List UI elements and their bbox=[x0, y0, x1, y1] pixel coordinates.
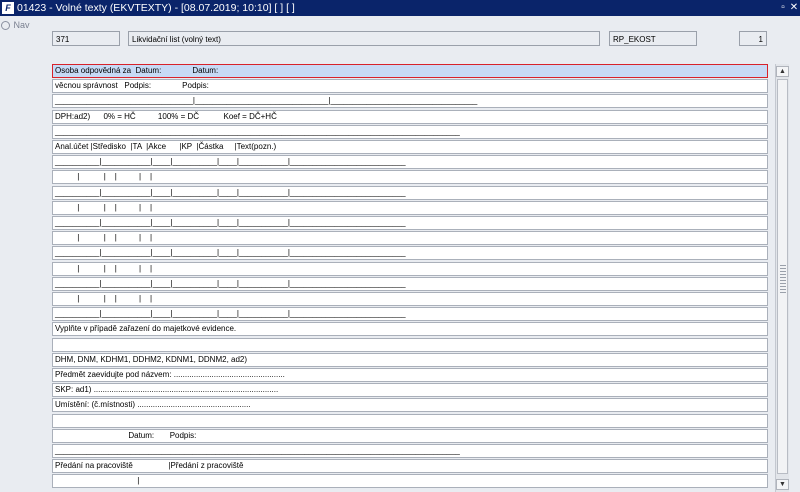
text-line-field[interactable]: Vyplňte v případě zařazení do majetkové … bbox=[52, 322, 768, 336]
nav-button[interactable]: Nav bbox=[1, 20, 30, 31]
text-line-field[interactable]: __________|___________|____|__________|_… bbox=[52, 155, 768, 169]
text-line-field[interactable]: Předání na pracoviště |Předání z pracovi… bbox=[52, 459, 768, 473]
restore-icon[interactable]: ▫ bbox=[778, 0, 788, 16]
title-bar: F 01423 - Volné texty (EKVTEXTY) - [08.0… bbox=[0, 0, 800, 16]
window-title: 01423 - Volné texty (EKVTEXTY) - [08.07.… bbox=[17, 2, 295, 14]
text-line-field[interactable]: __________|___________|____|__________|_… bbox=[52, 307, 768, 321]
module-field[interactable]: RP_EKOST bbox=[609, 31, 697, 46]
text-line-field[interactable]: | | | | | bbox=[52, 170, 768, 184]
text-line-field[interactable]: Osoba odpovědná za Datum: Datum: bbox=[52, 64, 768, 78]
code-field[interactable]: 371 bbox=[52, 31, 120, 46]
text-line-field[interactable]: Anal.účet |Středisko |TA |Akce |KP |Část… bbox=[52, 140, 768, 154]
text-line-field[interactable]: | | | | | bbox=[52, 292, 768, 306]
text-line-field[interactable]: DPH:ad2) 0% = HČ 100% = DČ Koef = DČ+HČ bbox=[52, 110, 768, 124]
text-line-field[interactable]: | | | | | bbox=[52, 231, 768, 245]
scroll-thumb[interactable] bbox=[777, 79, 788, 474]
name-field[interactable]: Likvidační list (volný text) bbox=[128, 31, 600, 46]
app-logo-icon: F bbox=[2, 2, 14, 14]
text-line-field[interactable] bbox=[52, 338, 768, 352]
scroll-down-icon[interactable]: ▼ bbox=[776, 479, 789, 490]
text-line-field[interactable]: Umístění: (č.místnosti) ................… bbox=[52, 398, 768, 412]
text-lines-area: Osoba odpovědná za Datum: Datum: věcnou s… bbox=[52, 64, 768, 492]
page-number-field[interactable]: 1 bbox=[739, 31, 767, 46]
nav-label: Nav bbox=[13, 20, 30, 30]
text-line-field[interactable]: Datum: Podpis: bbox=[52, 429, 768, 443]
text-line-field[interactable]: __________|___________|____|__________|_… bbox=[52, 277, 768, 291]
text-line-field[interactable]: _______________________________|________… bbox=[52, 94, 768, 108]
text-line-field[interactable] bbox=[52, 414, 768, 428]
text-line-field[interactable]: __________|___________|____|__________|_… bbox=[52, 216, 768, 230]
vertical-scrollbar[interactable]: ▲ ▼ bbox=[775, 64, 789, 492]
text-line-field[interactable]: věcnou správnost Podpis: Podpis: bbox=[52, 79, 768, 93]
text-line-field[interactable]: SKP: ad1) ..............................… bbox=[52, 383, 768, 397]
text-line-field[interactable]: __________|___________|____|__________|_… bbox=[52, 186, 768, 200]
text-line-field[interactable]: __________|___________|____|__________|_… bbox=[52, 246, 768, 260]
text-line-field[interactable]: ________________________________________… bbox=[52, 125, 768, 139]
text-line-field[interactable]: Předmět zaevidujte pod názvem: .........… bbox=[52, 368, 768, 382]
text-line-field[interactable]: DHM, DNM, KDHM1, DDHM2, KDNM1, DDNM2, ad… bbox=[52, 353, 768, 367]
text-line-field[interactable]: | | | | | bbox=[52, 262, 768, 276]
scroll-up-icon[interactable]: ▲ bbox=[776, 66, 789, 77]
text-line-field[interactable]: | | | | | bbox=[52, 201, 768, 215]
text-line-field[interactable]: ________________________________________… bbox=[52, 444, 768, 458]
nav-icon bbox=[1, 21, 10, 31]
text-line-field[interactable]: | bbox=[52, 474, 768, 488]
close-icon[interactable]: ✕ bbox=[789, 0, 799, 16]
